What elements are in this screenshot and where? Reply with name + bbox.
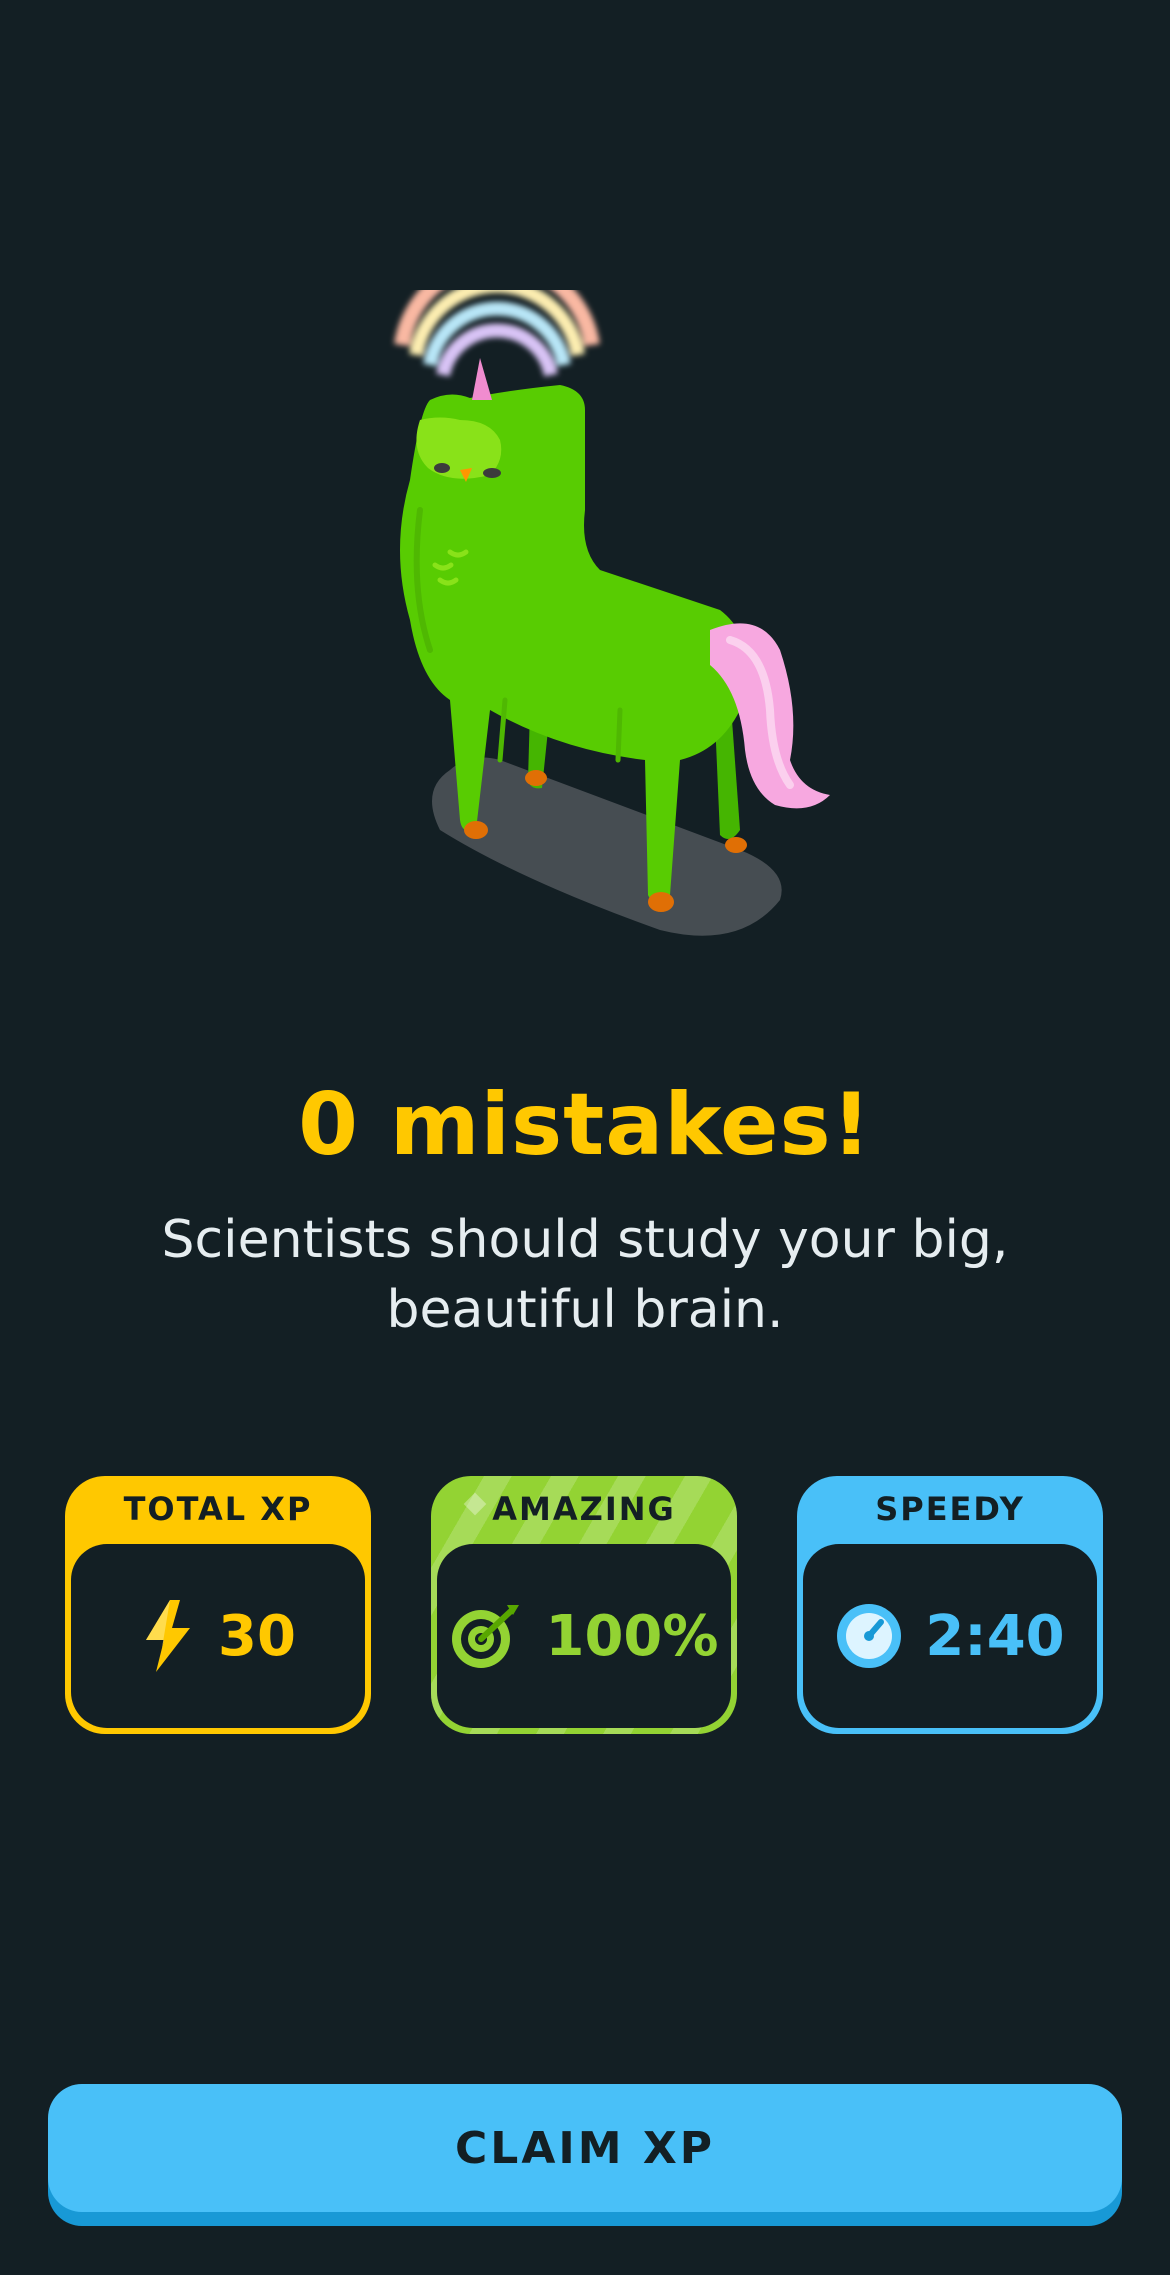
lesson-complete-screen: 0 mistakes! Scientists should study your…: [0, 0, 1170, 2275]
lightning-bolt-icon: [146, 1600, 191, 1672]
stopwatch-icon: [837, 1604, 902, 1668]
time-card: SPEEDY 2:40: [797, 1476, 1103, 1734]
stat-label: TOTAL XP: [123, 1490, 313, 1528]
stat-body: 100%: [437, 1544, 731, 1728]
accuracy-value: 100%: [545, 1603, 719, 1669]
stat-label: SPEEDY: [875, 1490, 1025, 1528]
accuracy-card: AMAZING 100%: [431, 1476, 737, 1734]
time-value: 2:40: [925, 1603, 1065, 1669]
unicorn-mascot-illustration: [394, 290, 830, 936]
horn-icon: [472, 358, 492, 400]
stat-body: 30: [71, 1544, 365, 1728]
total-xp-value: 30: [218, 1603, 296, 1669]
rainbow-icon: [394, 290, 600, 377]
stat-body: 2:40: [803, 1544, 1097, 1728]
stat-label: AMAZING: [492, 1490, 676, 1528]
claim-xp-button[interactable]: CLAIM XP: [48, 2084, 1122, 2212]
result-headline: 0 mistakes!: [298, 1075, 872, 1175]
total-xp-card: TOTAL XP 30: [65, 1476, 371, 1734]
target-icon: [452, 1605, 520, 1668]
result-subtitle: Scientists should study your big, beauti…: [161, 1210, 1009, 1340]
